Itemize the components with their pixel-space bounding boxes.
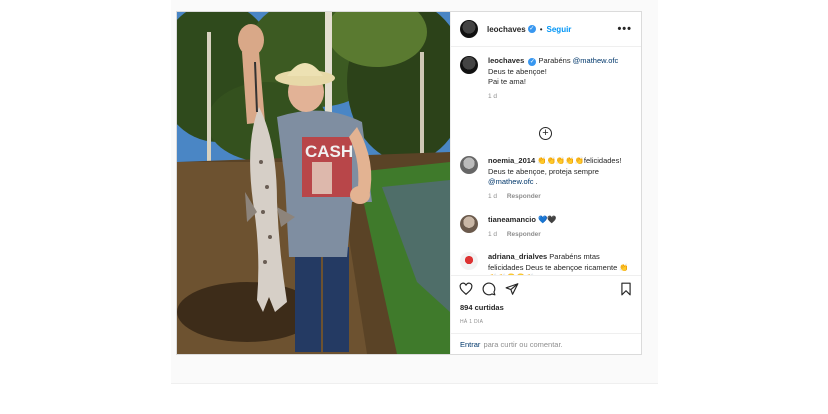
- caption-body: leochaves ✓ Parabéns @mathew.ofc Deus te…: [488, 56, 618, 102]
- comment-username[interactable]: adriana_drialves: [488, 252, 547, 261]
- caption-line-2: Deus te abençoe!: [488, 66, 547, 76]
- caption-verified-badge-icon: ✓: [528, 58, 537, 66]
- post-date: HÁ 1 DIA: [460, 319, 484, 325]
- comments-list[interactable]: leochaves ✓ Parabéns @mathew.ofc Deus te…: [451, 47, 641, 275]
- comment-meta: 1 d Responder: [488, 192, 635, 203]
- caption-avatar[interactable]: [460, 56, 478, 74]
- post-photo[interactable]: CASH: [177, 12, 450, 354]
- caption-meta: 1 d: [488, 92, 618, 103]
- comment-avatar[interactable]: [460, 156, 478, 174]
- comment-body: adriana_drialves Parabéns mtas felicidad…: [488, 252, 635, 275]
- caption-line-3: Pai te ama!: [488, 77, 526, 86]
- comment-username[interactable]: noemia_2014: [488, 156, 535, 165]
- comment-avatar[interactable]: [460, 252, 478, 270]
- post-modal: CASH leochaves ✓ • Seguir ••• leochaves …: [176, 11, 642, 355]
- action-bar: [451, 275, 641, 301]
- comment-username[interactable]: tianeamancio: [488, 215, 536, 224]
- add-comment-prompt: para curtir ou comentar.: [483, 339, 563, 349]
- heart-icon[interactable]: [459, 282, 473, 296]
- login-link[interactable]: Entrar: [460, 340, 480, 349]
- likes-count[interactable]: 894 curtidas: [451, 301, 641, 312]
- header-separator: •: [539, 24, 543, 34]
- page-footer-strip: [171, 383, 658, 414]
- comment-avatar[interactable]: [460, 215, 478, 233]
- caption-username[interactable]: leochaves: [488, 56, 524, 65]
- comment-mention[interactable]: @mathew.ofc: [488, 177, 534, 186]
- comment-tail: .: [533, 177, 538, 186]
- more-options-icon[interactable]: •••: [617, 23, 632, 35]
- caption-text: Parabéns: [538, 56, 573, 65]
- photo-illustration: CASH: [177, 12, 450, 354]
- comment-item: tianeamancio 💙🖤 1 d Responder: [460, 215, 635, 240]
- svg-text:CASH: CASH: [305, 142, 353, 161]
- reply-button[interactable]: Responder: [507, 231, 541, 238]
- comment-icon[interactable]: [482, 282, 496, 296]
- share-icon[interactable]: [505, 282, 519, 296]
- follow-button[interactable]: Seguir: [547, 25, 572, 34]
- reply-button[interactable]: Responder: [507, 193, 541, 200]
- caption-mention[interactable]: @mathew.ofc: [573, 56, 619, 65]
- comment-time: 1 d: [488, 230, 498, 238]
- post-side-panel: leochaves ✓ • Seguir ••• leochaves ✓ Par…: [450, 12, 641, 354]
- author-avatar[interactable]: [460, 20, 478, 38]
- load-more-comments-button[interactable]: +: [539, 127, 552, 140]
- caption-time: 1 d: [488, 92, 498, 100]
- comment-time: 1 d: [488, 192, 498, 200]
- comment-item: noemia_2014 👏👏👏👏👏felicidades! Deus te ab…: [460, 156, 635, 202]
- comment-body: tianeamancio 💙🖤 1 d Responder: [488, 215, 557, 240]
- caption: leochaves ✓ Parabéns @mathew.ofc Deus te…: [460, 56, 635, 102]
- add-comment-bar: Entrar para curtir ou comentar.: [451, 333, 641, 354]
- comment-body: noemia_2014 👏👏👏👏👏felicidades! Deus te ab…: [488, 156, 635, 202]
- bookmark-icon[interactable]: [619, 282, 633, 296]
- comment-text: 💙🖤: [538, 215, 557, 224]
- post-header: leochaves ✓ • Seguir •••: [451, 12, 641, 47]
- author-username[interactable]: leochaves: [487, 25, 526, 34]
- verified-badge-icon: ✓: [527, 25, 536, 33]
- comment-item: adriana_drialves Parabéns mtas felicidad…: [460, 252, 635, 275]
- comment-meta: 1 d Responder: [488, 230, 557, 241]
